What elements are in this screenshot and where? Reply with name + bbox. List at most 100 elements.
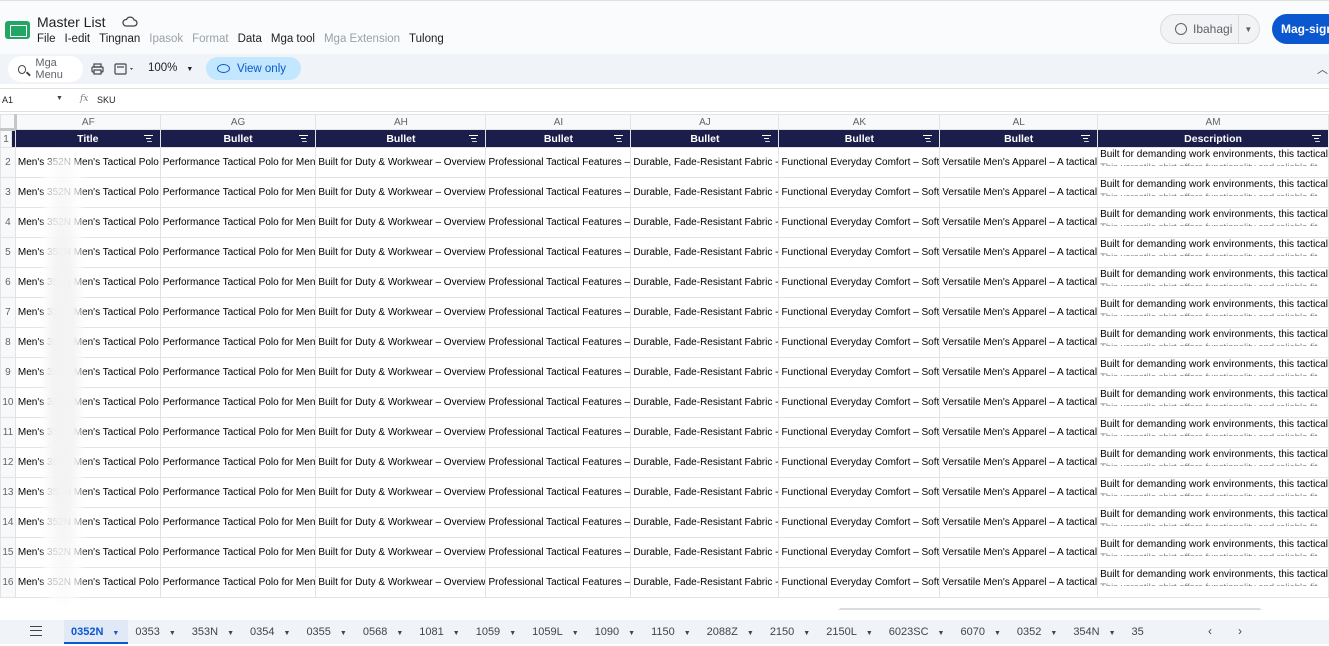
cell-ai[interactable]: Professional Tactical Features – xyxy=(486,238,631,268)
row-number[interactable]: 5 xyxy=(1,238,16,268)
row-number[interactable]: 2 xyxy=(1,148,16,178)
sheet-tab-353n[interactable]: 353N▼ xyxy=(185,620,243,644)
cell-aj[interactable]: Durable, Fade-Resistant Fabric - xyxy=(631,448,779,478)
cell-ah[interactable]: Built for Duty & Workwear – Overview xyxy=(316,148,486,178)
cell-ak[interactable]: Functional Everyday Comfort – Soft xyxy=(779,328,940,358)
chevron-down-icon[interactable]: ▼ xyxy=(572,630,579,637)
chevron-down-icon[interactable]: ▼ xyxy=(56,95,63,102)
header-cell-ai[interactable]: Bullet xyxy=(486,130,631,148)
row-number[interactable]: 14 xyxy=(1,508,16,538)
menu-item-tingnan[interactable]: Tingnan xyxy=(99,33,140,45)
cell-ag[interactable]: Performance Tactical Polo for Men xyxy=(160,268,316,298)
cell-aj[interactable]: Durable, Fade-Resistant Fabric - xyxy=(631,568,779,598)
chevron-down-icon[interactable]: ▼ xyxy=(227,630,234,637)
cell-af[interactable]: Men's 352N Men's Tactical Polo xyxy=(15,178,160,208)
chevron-down-icon[interactable]: ▼ xyxy=(112,630,119,637)
cell-am[interactable]: Built for demanding work environments, t… xyxy=(1098,298,1329,328)
chevron-down-icon[interactable]: ▼ xyxy=(453,630,460,637)
cell-ak[interactable]: Functional Everyday Comfort – Soft xyxy=(779,568,940,598)
cell-ag[interactable]: Performance Tactical Polo for Men xyxy=(160,388,316,418)
filter-icon[interactable] xyxy=(762,135,771,142)
cell-ag[interactable]: Performance Tactical Polo for Men xyxy=(160,448,316,478)
cell-al[interactable]: Versatile Men's Apparel – A tactical xyxy=(940,448,1098,478)
row-number[interactable]: 13 xyxy=(1,478,16,508)
cell-ak[interactable]: Functional Everyday Comfort – Soft xyxy=(779,418,940,448)
cell-am[interactable]: Built for demanding work environments, t… xyxy=(1098,208,1329,238)
chevron-down-icon[interactable]: ▼ xyxy=(509,630,516,637)
cell-al[interactable]: Versatile Men's Apparel – A tactical xyxy=(940,478,1098,508)
chevron-down-icon[interactable]: ▼ xyxy=(747,630,754,637)
filter-icon[interactable] xyxy=(299,135,308,142)
cell-ag[interactable]: Performance Tactical Polo for Men xyxy=(160,568,316,598)
cell-af[interactable]: Men's 352N Men's Tactical Polo xyxy=(15,448,160,478)
menu-item-mga-tool[interactable]: Mga tool xyxy=(271,33,315,45)
cell-ai[interactable]: Professional Tactical Features – xyxy=(486,268,631,298)
cell-am[interactable]: Built for demanding work environments, t… xyxy=(1098,178,1329,208)
cell-ah[interactable]: Built for Duty & Workwear – Overview xyxy=(316,418,486,448)
chevron-down-icon[interactable]: ▼ xyxy=(628,630,635,637)
cell-ai[interactable]: Professional Tactical Features – xyxy=(486,208,631,238)
cell-ag[interactable]: Performance Tactical Polo for Men xyxy=(160,478,316,508)
scroll-tabs-left-icon[interactable]: ‹ xyxy=(1208,624,1212,638)
print-icon[interactable] xyxy=(91,63,104,75)
cell-af[interactable]: Men's 352N Men's Tactical Polo xyxy=(15,508,160,538)
cell-ah[interactable]: Built for Duty & Workwear – Overview xyxy=(316,508,486,538)
row-number[interactable]: 9 xyxy=(1,358,16,388)
collapse-menu-icon[interactable]: ︿ xyxy=(1317,61,1328,77)
cell-ak[interactable]: Functional Everyday Comfort – Soft xyxy=(779,298,940,328)
formula-input[interactable]: SKU xyxy=(97,95,116,105)
cell-al[interactable]: Versatile Men's Apparel – A tactical xyxy=(940,328,1098,358)
cell-am[interactable]: Built for demanding work environments, t… xyxy=(1098,388,1329,418)
sheet-tab-1090[interactable]: 1090▼ xyxy=(588,620,644,644)
cell-ag[interactable]: Performance Tactical Polo for Men xyxy=(160,508,316,538)
header-cell-ak[interactable]: Bullet xyxy=(779,130,940,148)
cell-al[interactable]: Versatile Men's Apparel – A tactical xyxy=(940,208,1098,238)
cell-am[interactable]: Built for demanding work environments, t… xyxy=(1098,148,1329,178)
select-all-corner[interactable] xyxy=(1,115,16,130)
filter-icon[interactable] xyxy=(614,135,623,142)
spreadsheet-grid[interactable]: AFAGAHAIAJAKALAM1TitleBulletBulletBullet… xyxy=(0,114,1329,610)
header-cell-al[interactable]: Bullet xyxy=(940,130,1098,148)
header-cell-af[interactable]: Title xyxy=(15,130,160,148)
cell-ai[interactable]: Professional Tactical Features – xyxy=(486,178,631,208)
cell-ah[interactable]: Built for Duty & Workwear – Overview xyxy=(316,178,486,208)
cell-am[interactable]: Built for demanding work environments, t… xyxy=(1098,268,1329,298)
chevron-down-icon[interactable]: ▼ xyxy=(994,630,1001,637)
paint-format-icon[interactable] xyxy=(114,63,136,75)
cell-ak[interactable]: Functional Everyday Comfort – Soft xyxy=(779,178,940,208)
chevron-down-icon[interactable]: ▼ xyxy=(340,630,347,637)
cell-ak[interactable]: Functional Everyday Comfort – Soft xyxy=(779,388,940,418)
cell-ai[interactable]: Professional Tactical Features – xyxy=(486,148,631,178)
cell-ah[interactable]: Built for Duty & Workwear – Overview xyxy=(316,478,486,508)
cell-af[interactable]: Men's 352N Men's Tactical Polo xyxy=(15,358,160,388)
row-number[interactable]: 6 xyxy=(1,268,16,298)
cell-al[interactable]: Versatile Men's Apparel – A tactical xyxy=(940,388,1098,418)
cell-ak[interactable]: Functional Everyday Comfort – Soft xyxy=(779,268,940,298)
chevron-down-icon[interactable]: ▼ xyxy=(866,630,873,637)
cell-ah[interactable]: Built for Duty & Workwear – Overview xyxy=(316,388,486,418)
filter-icon[interactable] xyxy=(1312,135,1321,142)
cell-ah[interactable]: Built for Duty & Workwear – Overview xyxy=(316,448,486,478)
sheet-tab-354n[interactable]: 354N▼ xyxy=(1066,620,1124,644)
header-cell-aj[interactable]: Bullet xyxy=(631,130,779,148)
menu-item-data[interactable]: Data xyxy=(238,33,262,45)
row-number[interactable]: 8 xyxy=(1,328,16,358)
filter-icon[interactable] xyxy=(1081,135,1090,142)
row-number[interactable]: 3 xyxy=(1,178,16,208)
row-number[interactable]: 12 xyxy=(1,448,16,478)
header-cell-ah[interactable]: Bullet xyxy=(316,130,486,148)
cell-af[interactable]: Men's 352N Men's Tactical Polo xyxy=(15,568,160,598)
cell-ag[interactable]: Performance Tactical Polo for Men xyxy=(160,238,316,268)
cell-ag[interactable]: Performance Tactical Polo for Men xyxy=(160,148,316,178)
cell-ak[interactable]: Functional Everyday Comfort – Soft xyxy=(779,448,940,478)
cell-ak[interactable]: Functional Everyday Comfort – Soft xyxy=(779,358,940,388)
cell-af[interactable]: Men's 352N Men's Tactical Polo xyxy=(15,388,160,418)
cell-af[interactable]: Men's 352N Men's Tactical Polo xyxy=(15,238,160,268)
cell-af[interactable]: Men's 352N Men's Tactical Polo xyxy=(15,208,160,238)
cell-ag[interactable]: Performance Tactical Polo for Men xyxy=(160,328,316,358)
sheet-tab-6023sc[interactable]: 6023SC▼ xyxy=(882,620,954,644)
cell-aj[interactable]: Durable, Fade-Resistant Fabric - xyxy=(631,148,779,178)
row-number[interactable]: 4 xyxy=(1,208,16,238)
chevron-down-icon[interactable]: ▼ xyxy=(938,630,945,637)
cell-ai[interactable]: Professional Tactical Features – xyxy=(486,358,631,388)
